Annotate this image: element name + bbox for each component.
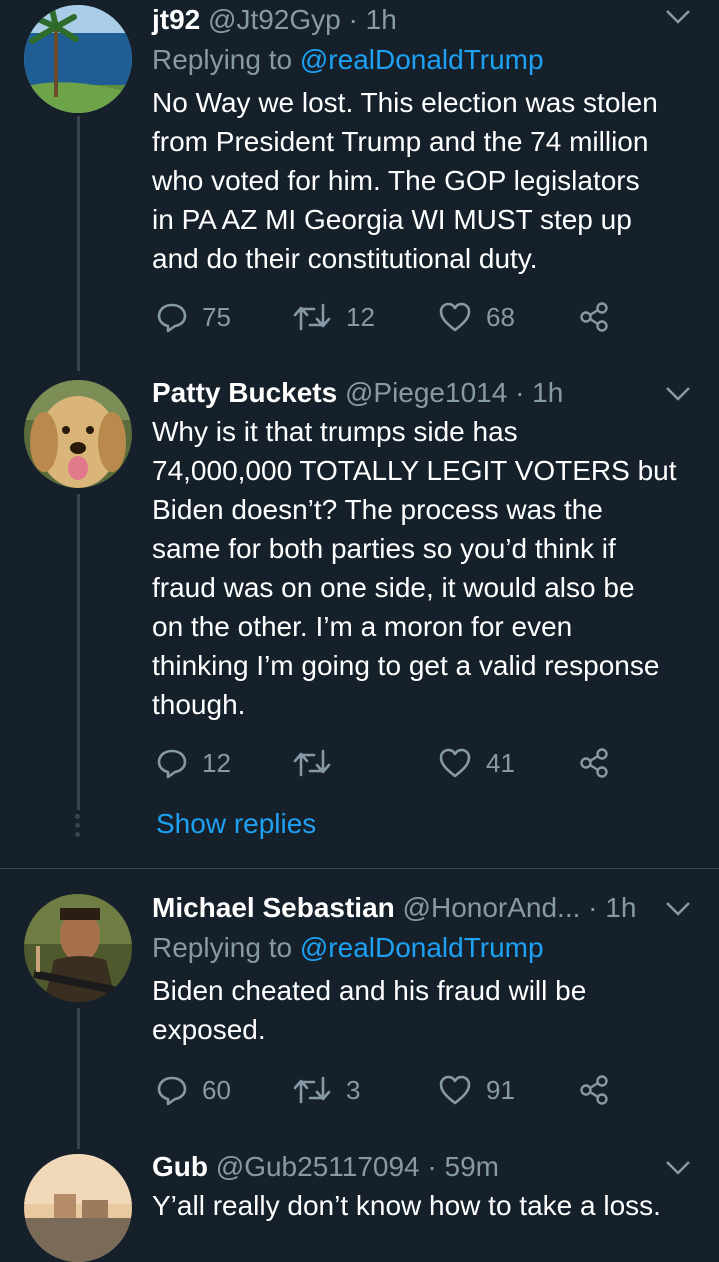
heart-icon (439, 1075, 471, 1105)
tweet-text: Y’all really don’t know how to take a lo… (152, 1186, 695, 1225)
text-line: Y’all really don’t know how to take a lo… (152, 1190, 661, 1221)
like-button[interactable]: 41 (438, 743, 515, 783)
replying-prefix: Replying to (152, 44, 293, 75)
user-handle[interactable]: @Gub25117094 (216, 1151, 420, 1182)
text-line: same for both parties so you’d think if (152, 533, 616, 564)
display-name[interactable]: Michael Sebastian (152, 892, 395, 923)
reply-button[interactable]: 12 (156, 743, 231, 783)
thread-line (77, 116, 80, 371)
avatar[interactable] (24, 5, 132, 113)
reply-icon (157, 1076, 187, 1106)
like-button[interactable]: 91 (438, 1070, 515, 1110)
reply-count: 12 (202, 747, 231, 778)
like-count: 41 (486, 747, 515, 778)
text-line: on the other. I’m a moron for even (152, 611, 573, 642)
text-line: exposed. (152, 1014, 266, 1045)
share-button[interactable] (578, 1070, 612, 1110)
share-icon (580, 302, 608, 332)
show-replies-link[interactable]: Show replies (156, 808, 316, 840)
tweet-header: Michael Sebastian @HonorAnd... · 1h (152, 891, 695, 925)
text-line: though. (152, 689, 246, 720)
timestamp[interactable]: · 1h (349, 4, 397, 35)
mention-link[interactable]: @realDonaldTrump (300, 932, 544, 963)
retweet-icon (293, 749, 331, 777)
tweet-text: Biden cheated and his fraud will be expo… (152, 971, 695, 1049)
tweet-header: Patty Buckets @Piege1014 · 1h (152, 376, 695, 410)
retweet-button[interactable]: 3 (292, 1070, 360, 1110)
like-count: 91 (486, 1074, 515, 1105)
reply-button[interactable]: 75 (156, 297, 231, 337)
tweet-jt92[interactable]: jt92 @Jt92Gyp · 1h Replying to @realDona… (0, 0, 719, 371)
text-line: Biden cheated and his fraud will be (152, 975, 587, 1006)
reply-icon (157, 303, 187, 333)
share-button[interactable] (578, 743, 612, 783)
more-replies-indicator (75, 814, 81, 841)
retweet-count: 3 (346, 1074, 361, 1105)
retweet-count: 12 (346, 301, 375, 332)
retweet-icon (293, 303, 331, 331)
timestamp[interactable]: · 1h (588, 892, 636, 923)
share-icon (580, 748, 608, 778)
user-handle[interactable]: @HonorAnd... (403, 892, 581, 923)
thread-line (77, 494, 80, 810)
avatar[interactable] (24, 894, 132, 1002)
text-line: 74,000,000 TOTALLY LEGIT VOTERS but (152, 455, 677, 486)
reply-count: 60 (202, 1074, 231, 1105)
text-line: fraud was on one side, it would also be (152, 572, 635, 603)
timestamp[interactable]: · 1h (515, 377, 563, 408)
reply-button[interactable]: 60 (156, 1070, 231, 1110)
reply-icon (157, 749, 187, 779)
like-button[interactable]: 68 (438, 297, 515, 337)
text-line: No Way we lost. This election was stolen (152, 87, 658, 118)
retweet-button[interactable] (292, 743, 346, 783)
avatar[interactable] (24, 380, 132, 488)
chevron-down-icon[interactable] (665, 9, 691, 25)
share-button[interactable] (578, 297, 612, 337)
replying-to: Replying to @realDonaldTrump (152, 931, 695, 965)
tweet-text: Why is it that trumps side has 74,000,00… (152, 412, 695, 724)
timestamp[interactable]: · 59m (427, 1151, 499, 1182)
text-line: who voted for him. The GOP legislators (152, 165, 640, 196)
text-line: from President Trump and the 74 million (152, 126, 649, 157)
chevron-down-icon[interactable] (665, 901, 691, 917)
tweet-patty-buckets[interactable]: Patty Buckets @Piege1014 · 1h Why is it … (0, 372, 719, 868)
share-icon (580, 1075, 608, 1105)
replying-to: Replying to @realDonaldTrump (152, 43, 695, 77)
text-line: in PA AZ MI Georgia WI MUST step up (152, 204, 632, 235)
display-name[interactable]: Gub (152, 1151, 208, 1182)
avatar[interactable] (24, 1154, 132, 1262)
replying-prefix: Replying to (152, 932, 293, 963)
tweet-gub[interactable]: Gub @Gub25117094 · 59m Y’all really don’… (0, 1139, 719, 1262)
display-name[interactable]: Patty Buckets (152, 377, 337, 408)
chevron-down-icon[interactable] (665, 1160, 691, 1176)
mention-link[interactable]: @realDonaldTrump (300, 44, 544, 75)
text-line: Why is it that trumps side has (152, 416, 518, 447)
thread-line (77, 1008, 80, 1149)
like-count: 68 (486, 301, 515, 332)
tweet-header: Gub @Gub25117094 · 59m (152, 1150, 695, 1184)
text-line: thinking I’m going to get a valid respon… (152, 650, 660, 681)
heart-icon (439, 748, 471, 778)
text-line: Biden doesn’t? The process was the (152, 494, 603, 525)
heart-icon (439, 302, 471, 332)
chevron-down-icon[interactable] (665, 386, 691, 402)
retweet-button[interactable]: 12 (292, 297, 375, 337)
user-handle[interactable]: @Piege1014 (345, 377, 507, 408)
tweet-michael-sebastian[interactable]: Michael Sebastian @HonorAnd... · 1h Repl… (0, 869, 719, 1149)
tweet-header: jt92 @Jt92Gyp · 1h (152, 3, 695, 37)
display-name[interactable]: jt92 (152, 4, 200, 35)
text-line: and do their constitutional duty. (152, 243, 538, 274)
user-handle[interactable]: @Jt92Gyp (208, 4, 341, 35)
retweet-icon (293, 1076, 331, 1104)
tweet-text: No Way we lost. This election was stolen… (152, 83, 695, 278)
reply-count: 75 (202, 301, 231, 332)
